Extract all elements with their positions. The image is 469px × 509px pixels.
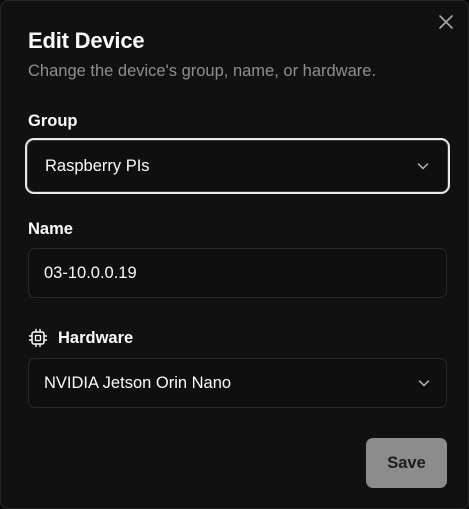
chevron-down-icon (417, 376, 431, 390)
hardware-label-text: Hardware (58, 328, 134, 347)
group-select[interactable]: Raspberry PIs (25, 138, 450, 194)
name-label: Name (28, 220, 73, 238)
hardware-select-value: NVIDIA Jetson Orin Nano (44, 373, 232, 392)
dialog-subtitle: Change the device's group, name, or hard… (28, 62, 377, 80)
group-select-value: Raspberry PIs (45, 156, 150, 175)
name-input[interactable]: 03-10.0.0.19 (28, 248, 447, 298)
edit-device-dialog: Edit Device Change the device's group, n… (0, 0, 469, 509)
chip-icon (28, 328, 48, 348)
save-button[interactable]: Save (366, 438, 447, 488)
close-icon[interactable] (437, 13, 455, 31)
name-input-value: 03-10.0.0.19 (44, 263, 137, 282)
hardware-select[interactable]: NVIDIA Jetson Orin Nano (28, 358, 447, 408)
chevron-down-icon (416, 159, 430, 173)
hardware-label: Hardware (28, 328, 133, 348)
dialog-title: Edit Device (28, 28, 145, 53)
group-label: Group (28, 112, 78, 130)
